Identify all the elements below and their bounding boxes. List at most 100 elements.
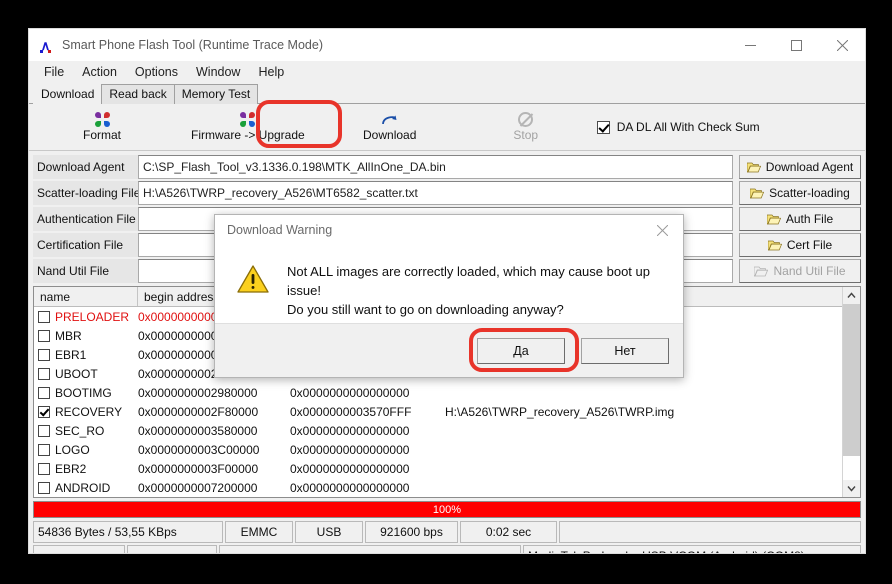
authentication-file-label: Authentication File: [33, 207, 138, 231]
progress-bar: 100%: [33, 501, 861, 518]
menu-action[interactable]: Action: [73, 63, 126, 81]
table-row[interactable]: EBR2 0x0000000003F00000 0x00000000000000…: [34, 459, 842, 478]
row-checkbox[interactable]: [38, 386, 50, 399]
row-checkbox[interactable]: [38, 443, 50, 456]
scroll-down-icon[interactable]: [843, 480, 860, 497]
tab-strip: Download Read back Memory Test: [29, 83, 865, 104]
scrollbar-track[interactable]: [843, 304, 860, 480]
scatter-loading-input[interactable]: H:\A526\TWRP_recovery_A526\MT6582_scatte…: [138, 181, 733, 205]
scatter-loading-label: Scatter-loading File: [33, 181, 140, 205]
row-checkbox[interactable]: [38, 310, 50, 323]
tab-read-back[interactable]: Read back: [101, 84, 175, 104]
window-title: Smart Phone Flash Tool (Runtime Trace Mo…: [62, 38, 323, 52]
row-begin-address: 0x0000000007200000: [138, 480, 258, 495]
format-button[interactable]: Format: [57, 106, 147, 149]
screenshot-root: ∧ Smart Phone Flash Tool (Runtime Trace …: [0, 0, 892, 584]
table-vertical-scrollbar[interactable]: [842, 287, 860, 497]
tab-memory-test[interactable]: Memory Test: [173, 84, 259, 104]
dialog-close-icon[interactable]: [641, 215, 683, 245]
row-checkbox[interactable]: [38, 367, 50, 380]
row-name: MBR: [55, 328, 82, 343]
folder-open-icon: [749, 188, 765, 199]
table-row[interactable]: SEC_RO 0x0000000003580000 0x000000000000…: [34, 421, 842, 440]
row-checkbox[interactable]: [38, 329, 50, 342]
dialog-title-bar: Download Warning: [215, 215, 683, 245]
menu-window[interactable]: Window: [187, 63, 249, 81]
status-elapsed-time: 0:02 sec: [460, 521, 557, 543]
close-icon[interactable]: [819, 29, 865, 61]
download-arrow-icon: [381, 113, 398, 127]
download-button-label: Download: [363, 127, 417, 142]
table-row[interactable]: LOGO 0x0000000003C00000 0x00000000000000…: [34, 440, 842, 459]
table-row[interactable]: ANDROID 0x0000000007200000 0x00000000000…: [34, 478, 842, 497]
table-row[interactable]: BOOTIMG 0x0000000002980000 0x00000000000…: [34, 383, 842, 402]
cert-file-browse-label: Cert File: [786, 238, 833, 252]
flash-tool-icon: ∧: [37, 36, 54, 54]
cert-file-browse-button[interactable]: Cert File: [739, 233, 861, 257]
menu-options[interactable]: Options: [126, 63, 187, 81]
row-name: SEC_RO: [55, 423, 105, 438]
row-checkbox[interactable]: [38, 481, 50, 494]
stop-button: Stop: [481, 106, 571, 149]
scatter-loading-browse-button[interactable]: Scatter-loading: [739, 181, 861, 205]
firmware-upgrade-button-label: Firmware -> Upgrade: [191, 128, 305, 142]
status2-cell-3: [219, 545, 521, 553]
row-name: RECOVERY: [55, 404, 123, 419]
row-end-address: 0x0000000003570FFF: [290, 404, 412, 419]
download-agent-label: Download Agent: [33, 155, 138, 179]
row-checkbox[interactable]: [38, 348, 50, 361]
folder-open-icon: [767, 240, 782, 251]
status2-cell-1: [33, 545, 125, 553]
status-connection-type: USB: [295, 521, 363, 543]
download-agent-row: Download Agent C:\SP_Flash_Tool_v3.1336.…: [33, 155, 861, 179]
download-agent-browse-label: Download Agent: [765, 160, 854, 174]
table-row[interactable]: RECOVERY 0x0000000002F80000 0x0000000003…: [34, 402, 842, 421]
download-button[interactable]: Download: [345, 106, 435, 149]
pinwheel-icon: [94, 112, 110, 127]
dialog-body: Not ALL images are correctly loaded, whi…: [215, 245, 683, 323]
dialog-message-line-1: Not ALL images are correctly loaded, whi…: [287, 264, 650, 298]
dialog-message-line-2: Do you still want to go on downloading a…: [287, 301, 564, 317]
row-checkbox[interactable]: [38, 462, 50, 475]
format-button-label: Format: [82, 128, 121, 142]
row-name: EBR2: [55, 461, 87, 476]
minimize-icon[interactable]: [727, 29, 773, 61]
menu-bar: File Action Options Window Help: [29, 61, 865, 83]
column-header-name[interactable]: name: [34, 287, 138, 306]
toolbar: Format Firmware -> Upgrade Download Stop: [29, 104, 865, 151]
row-end-address: 0x0000000000000000: [290, 442, 410, 457]
status2-cell-2: [127, 545, 217, 553]
row-begin-address: 0x0000000003C00000: [138, 442, 260, 457]
menu-file[interactable]: File: [35, 63, 73, 81]
row-begin-address: 0x0000000002980000: [138, 385, 258, 400]
row-name: UBOOT: [55, 366, 98, 381]
dialog-yes-button[interactable]: Да: [477, 337, 565, 364]
firmware-upgrade-button[interactable]: Firmware -> Upgrade: [181, 106, 315, 149]
dialog-footer: Да Нет: [215, 323, 683, 377]
pinwheel-icon: [240, 112, 256, 127]
certification-file-label: Certification File: [33, 233, 138, 257]
status-bar-row-1: 54836 Bytes / 53,55 KBps EMMC USB 921600…: [33, 521, 861, 543]
row-checkbox[interactable]: [38, 405, 50, 418]
menu-help[interactable]: Help: [249, 63, 293, 81]
da-dl-checksum-row[interactable]: DA DL All With Check Sum: [596, 120, 760, 134]
scrollbar-thumb[interactable]: [843, 304, 860, 456]
maximize-icon[interactable]: [773, 29, 819, 61]
download-agent-browse-button[interactable]: Download Agent: [739, 155, 861, 179]
tab-download[interactable]: Download: [33, 84, 103, 104]
scroll-up-icon[interactable]: [843, 287, 860, 304]
window-controls: [727, 29, 865, 61]
folder-open-icon: [754, 266, 769, 277]
dialog-no-button[interactable]: Нет: [581, 337, 669, 364]
row-checkbox[interactable]: [38, 424, 50, 437]
row-end-address: 0x0000000000000000: [290, 385, 410, 400]
row-name: PRELOADER: [55, 309, 130, 324]
status-spacer: [559, 521, 861, 543]
da-dl-checksum-checkbox[interactable]: [596, 120, 610, 134]
folder-open-icon: [766, 214, 781, 225]
auth-file-browse-button[interactable]: Auth File: [739, 207, 861, 231]
nand-util-file-browse-label: Nand Util File: [773, 264, 846, 278]
download-agent-input[interactable]: C:\SP_Flash_Tool_v3.1336.0.198\MTK_AllIn…: [138, 155, 733, 179]
dialog-message: Not ALL images are correctly loaded, whi…: [287, 263, 663, 320]
row-end-address: 0x0000000000000000: [290, 461, 410, 476]
